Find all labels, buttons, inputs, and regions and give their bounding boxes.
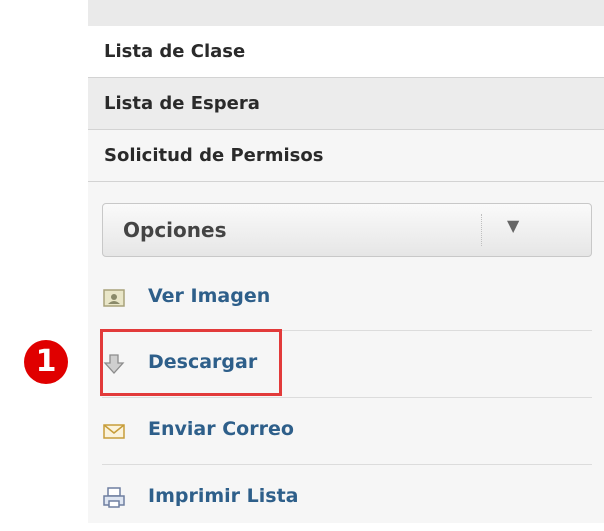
enviar-correo-label: Enviar Correo	[148, 418, 294, 440]
imprimir-lista-label: Imprimir Lista	[148, 485, 299, 507]
options-label: Opciones	[123, 218, 227, 242]
tab-lista-de-clase[interactable]: Lista de Clase	[88, 26, 604, 78]
tab-label: Lista de Clase	[104, 41, 246, 62]
tab-solicitud-de-permisos[interactable]: Solicitud de Permisos	[88, 130, 604, 182]
image-icon	[103, 289, 125, 307]
ver-imagen-link[interactable]: Ver Imagen	[102, 265, 592, 331]
class-list-panel: Lista de Clase Lista de Espera Solicitud…	[88, 0, 604, 523]
ver-imagen-label: Ver Imagen	[148, 285, 271, 307]
chevron-down-icon: ▼	[507, 216, 520, 235]
tab-label: Lista de Espera	[104, 93, 260, 114]
top-strip	[88, 0, 604, 27]
options-dropdown[interactable]: Opciones ▼	[102, 203, 592, 257]
dropdown-divider	[481, 214, 483, 246]
mail-icon	[103, 424, 125, 439]
print-icon	[103, 487, 125, 508]
highlight-box	[100, 329, 282, 396]
step-badge: 1	[24, 340, 68, 384]
enviar-correo-link[interactable]: Enviar Correo	[102, 398, 592, 464]
tab-label: Solicitud de Permisos	[104, 145, 324, 166]
tab-lista-de-espera[interactable]: Lista de Espera	[88, 78, 604, 130]
imprimir-lista-link[interactable]: Imprimir Lista	[102, 465, 592, 531]
